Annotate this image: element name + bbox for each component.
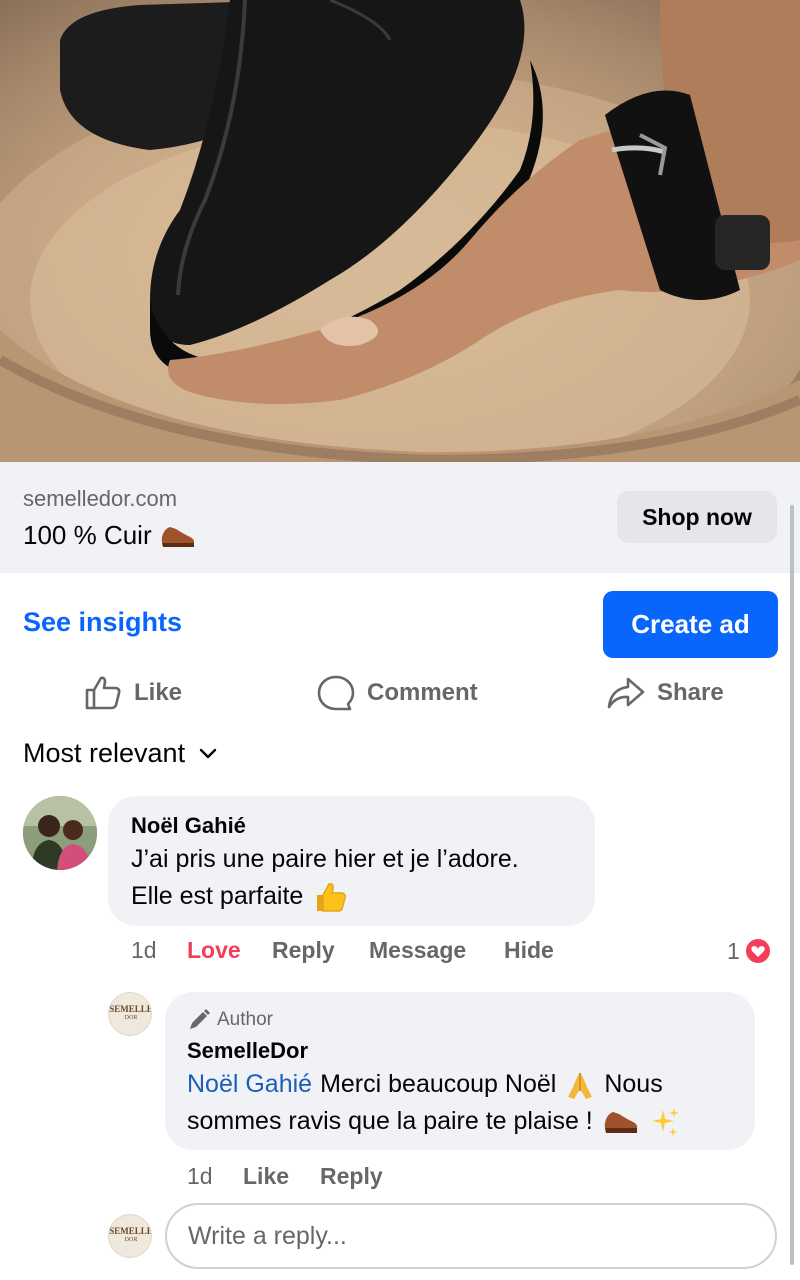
chevron-down-icon: [199, 748, 217, 758]
shoe-emoji: [604, 1111, 637, 1133]
shoe-photo-illustration: [0, 0, 800, 462]
page-logo-line1: SEMELLE: [109, 1004, 152, 1014]
share-button[interactable]: Share: [607, 670, 724, 716]
sort-dropdown[interactable]: Most relevant: [23, 738, 217, 769]
comment-button[interactable]: Comment: [317, 670, 478, 716]
comment-text-line2: Elle est parfaite: [131, 882, 304, 910]
thumbs-up-emoji: [317, 882, 347, 912]
pencil-icon: [190, 1009, 210, 1029]
reply-time: 1d: [187, 1163, 213, 1189]
reply-reply-link[interactable]: Reply: [320, 1163, 383, 1190]
share-label: Share: [657, 679, 724, 706]
shop-now-button[interactable]: Shop now: [617, 491, 777, 543]
reply-text-part1: Merci beaucoup Noël: [320, 1070, 557, 1098]
reply-author[interactable]: SemelleDor: [187, 1038, 308, 1064]
like-button[interactable]: Like: [84, 670, 182, 716]
reply-text-line1: Noël Gahié Merci beaucoup Noël Nous: [187, 1066, 681, 1103]
comment-text: J’ai pris une paire hier et je l’adore. …: [131, 841, 519, 915]
scrollbar[interactable]: [790, 505, 794, 1265]
ad-photo[interactable]: [0, 0, 800, 462]
current-page-logo-line1: SEMELLE: [109, 1226, 152, 1236]
page-logo: SEMELLE DOR: [109, 1004, 152, 1023]
reply-text: Noël Gahié Merci beaucoup Noël Nous somm…: [187, 1066, 681, 1140]
comment-text-line1: J’ai pris une paire hier et je l’adore.: [131, 845, 519, 873]
author-badge: Author: [187, 1008, 273, 1032]
link-domain: semelledor.com: [23, 486, 178, 511]
see-insights-link[interactable]: See insights: [23, 607, 182, 638]
write-reply-placeholder: Write a reply...: [188, 1221, 347, 1250]
page-avatar[interactable]: SEMELLE DOR: [108, 992, 152, 1036]
link-preview-card[interactable]: semelledor.com 100 % Cuir Shop now: [0, 462, 800, 573]
share-icon: [607, 677, 645, 709]
link-title: 100 % Cuir: [23, 520, 196, 551]
like-label: Like: [134, 679, 183, 706]
love-reaction-link[interactable]: Love: [187, 937, 241, 964]
comment-time: 1d: [131, 937, 157, 963]
sparkles-emoji: [651, 1107, 679, 1136]
reaction-count: 1: [727, 937, 740, 964]
mention-link[interactable]: Noël Gahié: [187, 1066, 312, 1103]
pray-emoji: [568, 1071, 593, 1099]
shoe-emoji: [161, 526, 194, 547]
current-page-logo-line2: DOR: [124, 1237, 138, 1243]
heart-icon: [743, 937, 772, 965]
create-ad-button[interactable]: Create ad: [603, 591, 778, 658]
author-badge-label: Author: [217, 1009, 273, 1030]
avatar-photo: [23, 796, 97, 870]
thumbs-up-icon: [85, 676, 121, 710]
comment-text-line2-row: Elle est parfaite: [131, 878, 519, 915]
sort-label: Most relevant: [23, 738, 186, 768]
page-logo-line2: DOR: [124, 1015, 138, 1021]
reply-like-link[interactable]: Like: [243, 1163, 289, 1190]
reply-text-line2: sommes ravis que la paire te plaise !: [187, 1107, 593, 1135]
comment-bubble: Noël Gahié J’ai pris une paire hier et j…: [108, 796, 595, 926]
reply-text-part2: Nous: [604, 1070, 663, 1098]
reaction-summary[interactable]: 1: [727, 937, 772, 965]
reply-text-line2-row: sommes ravis que la paire te plaise !: [187, 1103, 681, 1140]
current-page-logo: SEMELLE DOR: [109, 1226, 152, 1245]
hide-link[interactable]: Hide: [504, 937, 554, 964]
link-title-text: 100 % Cuir: [23, 520, 152, 550]
message-link[interactable]: Message: [369, 937, 466, 964]
write-reply-input[interactable]: Write a reply...: [165, 1203, 777, 1269]
current-page-avatar: SEMELLE DOR: [108, 1214, 152, 1258]
avatar[interactable]: [23, 796, 97, 870]
reply-bubble: Author SemelleDor Noël Gahié Merci beauc…: [165, 992, 755, 1150]
comment-label: Comment: [367, 679, 478, 706]
comment-icon: [317, 675, 355, 711]
comment-author[interactable]: Noël Gahié: [131, 813, 246, 839]
reply-link[interactable]: Reply: [272, 937, 335, 964]
